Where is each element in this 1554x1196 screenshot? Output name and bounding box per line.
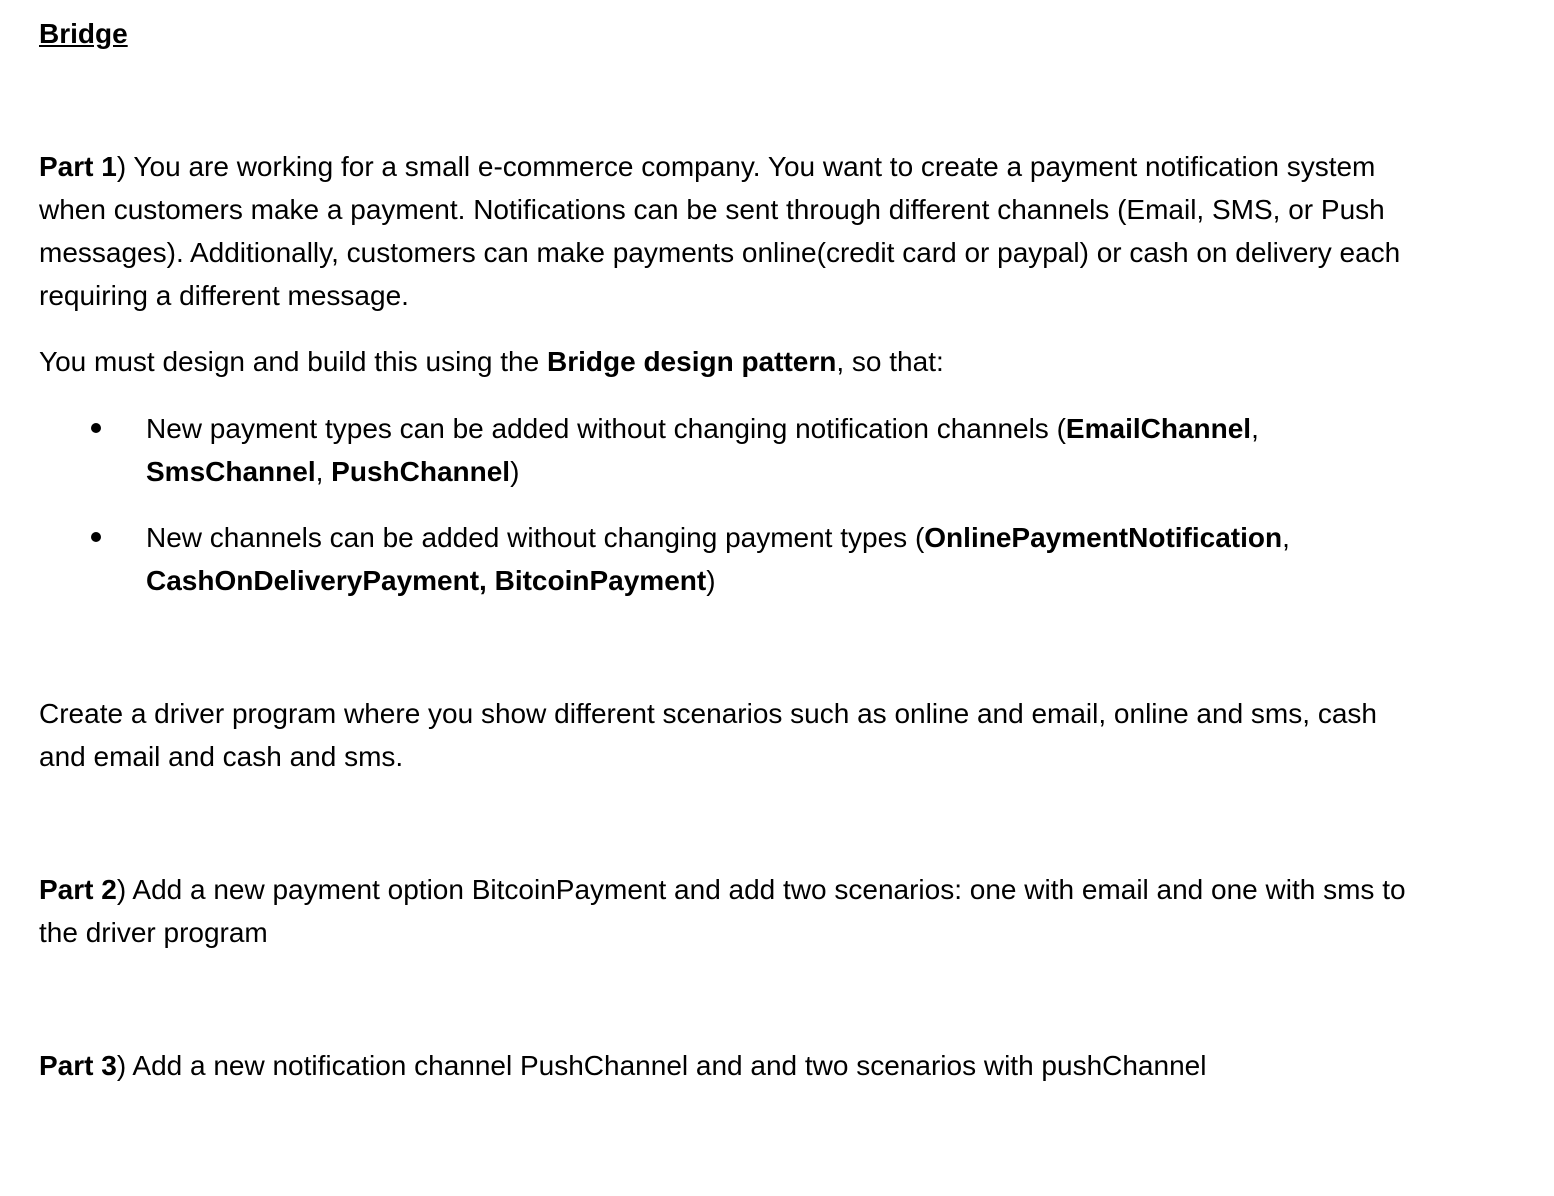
part2-paragraph: Part 2) Add a new payment option Bitcoin…: [39, 868, 1429, 954]
bullet-bold-term: SmsChannel: [146, 456, 316, 487]
design-paragraph: You must design and build this using the…: [39, 340, 1429, 383]
part1-label: Part 1: [39, 151, 117, 182]
bullet-separator: ,: [1251, 413, 1259, 444]
bullet-end: ): [510, 456, 520, 487]
bullet-icon: [91, 532, 101, 542]
bullet-icon: [91, 423, 101, 433]
list-item-text: New payment types can be added without c…: [146, 407, 1416, 493]
bullet-end: ): [706, 565, 716, 596]
bullet-separator: ,: [1282, 522, 1290, 553]
design-prefix: You must design and build this using the: [39, 346, 547, 377]
design-suffix: , so that:: [836, 346, 944, 377]
part3-paragraph: Part 3) Add a new notification channel P…: [39, 1044, 1429, 1087]
bullet-bold-term: OnlinePaymentNotification: [924, 522, 1283, 553]
part2-label: Part 2: [39, 874, 117, 905]
list-item-text: New channels can be added without changi…: [146, 516, 1416, 602]
part1-text: You are working for a small e-commerce c…: [39, 151, 1401, 311]
bullet-bold-term: EmailChannel: [1065, 413, 1252, 444]
part3-text: Add a new notification channel PushChann…: [126, 1050, 1207, 1081]
part3-label: Part 3: [39, 1050, 117, 1081]
document-title: Bridge: [39, 18, 128, 49]
part3-paren: ): [116, 1050, 127, 1081]
driver-paragraph: Create a driver program where you show d…: [39, 698, 1377, 772]
bullet-bold-term: PushChannel: [331, 456, 511, 487]
part1-paren: ): [116, 151, 127, 182]
part1-paragraph: Part 1) You are working for a small e-co…: [39, 145, 1429, 317]
document-page: Bridge Part 1) You are working for a sma…: [0, 0, 1554, 1196]
bullet-plain-text: New payment types can be added without c…: [146, 413, 1066, 444]
part2-text: Add a new payment option BitcoinPayment …: [39, 874, 1406, 948]
bullet-bold-term: CashOnDeliveryPayment, BitcoinPayment: [146, 565, 707, 596]
bullet-separator: ,: [315, 456, 332, 487]
design-pattern-name: Bridge design pattern: [546, 346, 837, 377]
bullet-plain-text: New channels can be added without changi…: [146, 522, 925, 553]
part2-paren: ): [116, 874, 127, 905]
